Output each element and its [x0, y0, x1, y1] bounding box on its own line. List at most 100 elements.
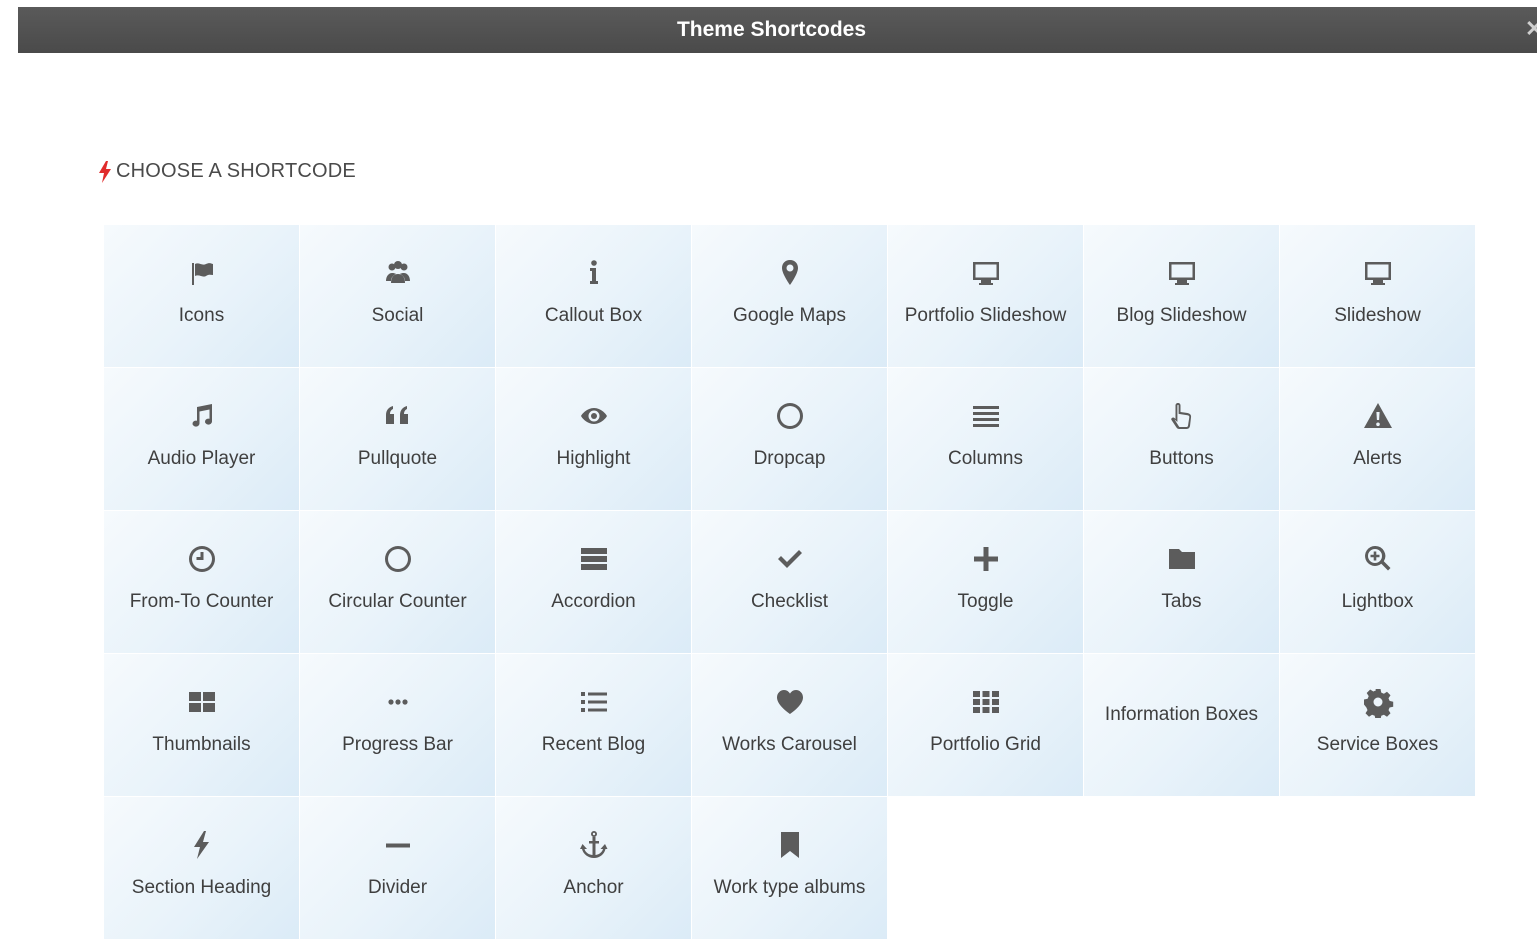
shortcode-label: From-To Counter	[129, 591, 274, 612]
shortcode-tile-divider[interactable]: Divider	[300, 797, 495, 939]
users-icon	[300, 255, 495, 291]
check-icon	[692, 541, 887, 577]
shortcode-tile-highlight[interactable]: Highlight	[496, 368, 691, 510]
shortcode-tile-buttons[interactable]: Buttons	[1084, 368, 1279, 510]
shortcode-label: Blog Slideshow	[1116, 305, 1247, 326]
shortcode-tile-alerts[interactable]: Alerts	[1280, 368, 1475, 510]
shortcode-tile-toggle[interactable]: Toggle	[888, 511, 1083, 653]
shortcode-tile-works-carousel[interactable]: Works Carousel	[692, 654, 887, 796]
shortcode-label: Lightbox	[1341, 591, 1414, 612]
shortcode-tile-portfolio-slideshow[interactable]: Portfolio Slideshow	[888, 225, 1083, 367]
shortcode-tile-section-heading[interactable]: Section Heading	[104, 797, 299, 939]
shortcode-tile-columns[interactable]: Columns	[888, 368, 1083, 510]
shortcode-label: Recent Blog	[541, 734, 646, 755]
shortcode-tile-from-to-counter[interactable]: From-To Counter	[104, 511, 299, 653]
shortcode-label: Progress Bar	[342, 734, 453, 755]
bookmark-icon	[692, 827, 887, 863]
shortcode-tile-information-boxes[interactable]: Information Boxes	[1084, 654, 1279, 796]
anchor-icon	[496, 827, 691, 863]
shortcode-label: Checklist	[750, 591, 829, 612]
circle-icon	[300, 541, 495, 577]
close-icon[interactable]: ✕	[1525, 17, 1537, 41]
pointer-hand-icon	[1084, 398, 1279, 434]
shortcode-label: Works Carousel	[722, 734, 857, 755]
shortcode-tile-work-type-albums[interactable]: Work type albums	[692, 797, 887, 939]
lines-icon	[888, 398, 1083, 434]
shortcode-tile-thumbnails[interactable]: Thumbnails	[104, 654, 299, 796]
info-icon	[496, 255, 691, 291]
shortcode-label: Icons	[178, 305, 225, 326]
shortcode-tile-slideshow[interactable]: Slideshow	[1280, 225, 1475, 367]
shortcode-tile-tabs[interactable]: Tabs	[1084, 511, 1279, 653]
dialog-title: Theme Shortcodes	[676, 18, 867, 41]
shortcode-label: Tabs	[1161, 591, 1202, 612]
shortcode-tile-portfolio-grid[interactable]: Portfolio Grid	[888, 654, 1083, 796]
shortcode-tile-google-maps[interactable]: Google Maps	[692, 225, 887, 367]
shortcode-label: Pullquote	[357, 448, 438, 469]
shortcode-label: Audio Player	[147, 448, 256, 469]
shortcode-tile-circular-counter[interactable]: Circular Counter	[300, 511, 495, 653]
shortcode-tile-lightbox[interactable]: Lightbox	[1280, 511, 1475, 653]
shortcode-tile-callout-box[interactable]: Callout Box	[496, 225, 691, 367]
shortcode-tile-blog-slideshow[interactable]: Blog Slideshow	[1084, 225, 1279, 367]
shortcode-label: Dropcap	[753, 448, 826, 469]
shortcode-label: Toggle	[957, 591, 1014, 612]
map-pin-icon	[692, 255, 887, 291]
shortcode-label: Google Maps	[732, 305, 846, 326]
circle-icon	[692, 398, 887, 434]
clock-icon	[104, 541, 299, 577]
shortcode-label: Portfolio Grid	[930, 734, 1041, 755]
shortcode-label: Columns	[948, 448, 1023, 469]
section-heading-label: CHOOSE A SHORTCODE	[116, 160, 356, 182]
shortcode-tile-anchor[interactable]: Anchor	[496, 797, 691, 939]
stack-icon	[496, 541, 691, 577]
shortcode-label: Thumbnails	[152, 734, 251, 755]
ellipsis-icon	[300, 684, 495, 720]
shortcode-tile-checklist[interactable]: Checklist	[692, 511, 887, 653]
shortcode-label: Divider	[367, 877, 428, 898]
shortcode-label: Buttons	[1149, 448, 1214, 469]
shortcode-grid: Icons Social Callout Box Google Maps Portfol…	[104, 225, 1475, 939]
shortcode-tile-social[interactable]: Social	[300, 225, 495, 367]
music-icon	[104, 398, 299, 434]
shortcode-tile-dropcap[interactable]: Dropcap	[692, 368, 887, 510]
shortcode-label: Section Heading	[131, 877, 272, 898]
bolt-icon	[99, 160, 111, 183]
shortcode-tile-service-boxes[interactable]: Service Boxes	[1280, 654, 1475, 796]
shortcode-tile-accordion[interactable]: Accordion	[496, 511, 691, 653]
shortcode-tile-pullquote[interactable]: Pullquote	[300, 368, 495, 510]
shortcode-label: Work type albums	[713, 877, 866, 898]
eye-icon	[496, 398, 691, 434]
dialog-titlebar: Theme Shortcodes ✕	[18, 7, 1537, 53]
plus-icon	[888, 541, 1083, 577]
gear-icon	[1280, 684, 1475, 720]
shortcode-label: Portfolio Slideshow	[904, 305, 1067, 326]
bolt-icon	[104, 827, 299, 863]
shortcode-label: Information Boxes	[1104, 704, 1259, 725]
shortcode-label: Social	[371, 305, 424, 326]
shortcode-label: Callout Box	[544, 305, 643, 326]
shortcode-label: Slideshow	[1334, 305, 1421, 326]
shortcode-label: Service Boxes	[1316, 734, 1439, 755]
shortcode-tile-audio-player[interactable]: Audio Player	[104, 368, 299, 510]
shortcode-tile-icons[interactable]: Icons	[104, 225, 299, 367]
shortcode-tile-recent-blog[interactable]: Recent Blog	[496, 654, 691, 796]
list-icon	[496, 684, 691, 720]
shortcode-label: Highlight	[556, 448, 631, 469]
grid-small-icon	[888, 684, 1083, 720]
grid-large-icon	[104, 684, 299, 720]
shortcode-label: Alerts	[1353, 448, 1402, 469]
quote-icon	[300, 398, 495, 434]
shortcode-tile-progress-bar[interactable]: Progress Bar	[300, 654, 495, 796]
section-heading: CHOOSE A SHORTCODE	[98, 160, 356, 183]
shortcode-label: Circular Counter	[328, 591, 467, 612]
heart-icon	[692, 684, 887, 720]
warning-icon	[1280, 398, 1475, 434]
folder-icon	[1084, 541, 1279, 577]
shortcode-label: Anchor	[563, 877, 624, 898]
shortcode-label: Accordion	[551, 591, 636, 612]
monitor-icon	[1084, 255, 1279, 291]
flag-icon	[104, 255, 299, 291]
monitor-icon	[888, 255, 1083, 291]
minus-icon	[300, 827, 495, 863]
